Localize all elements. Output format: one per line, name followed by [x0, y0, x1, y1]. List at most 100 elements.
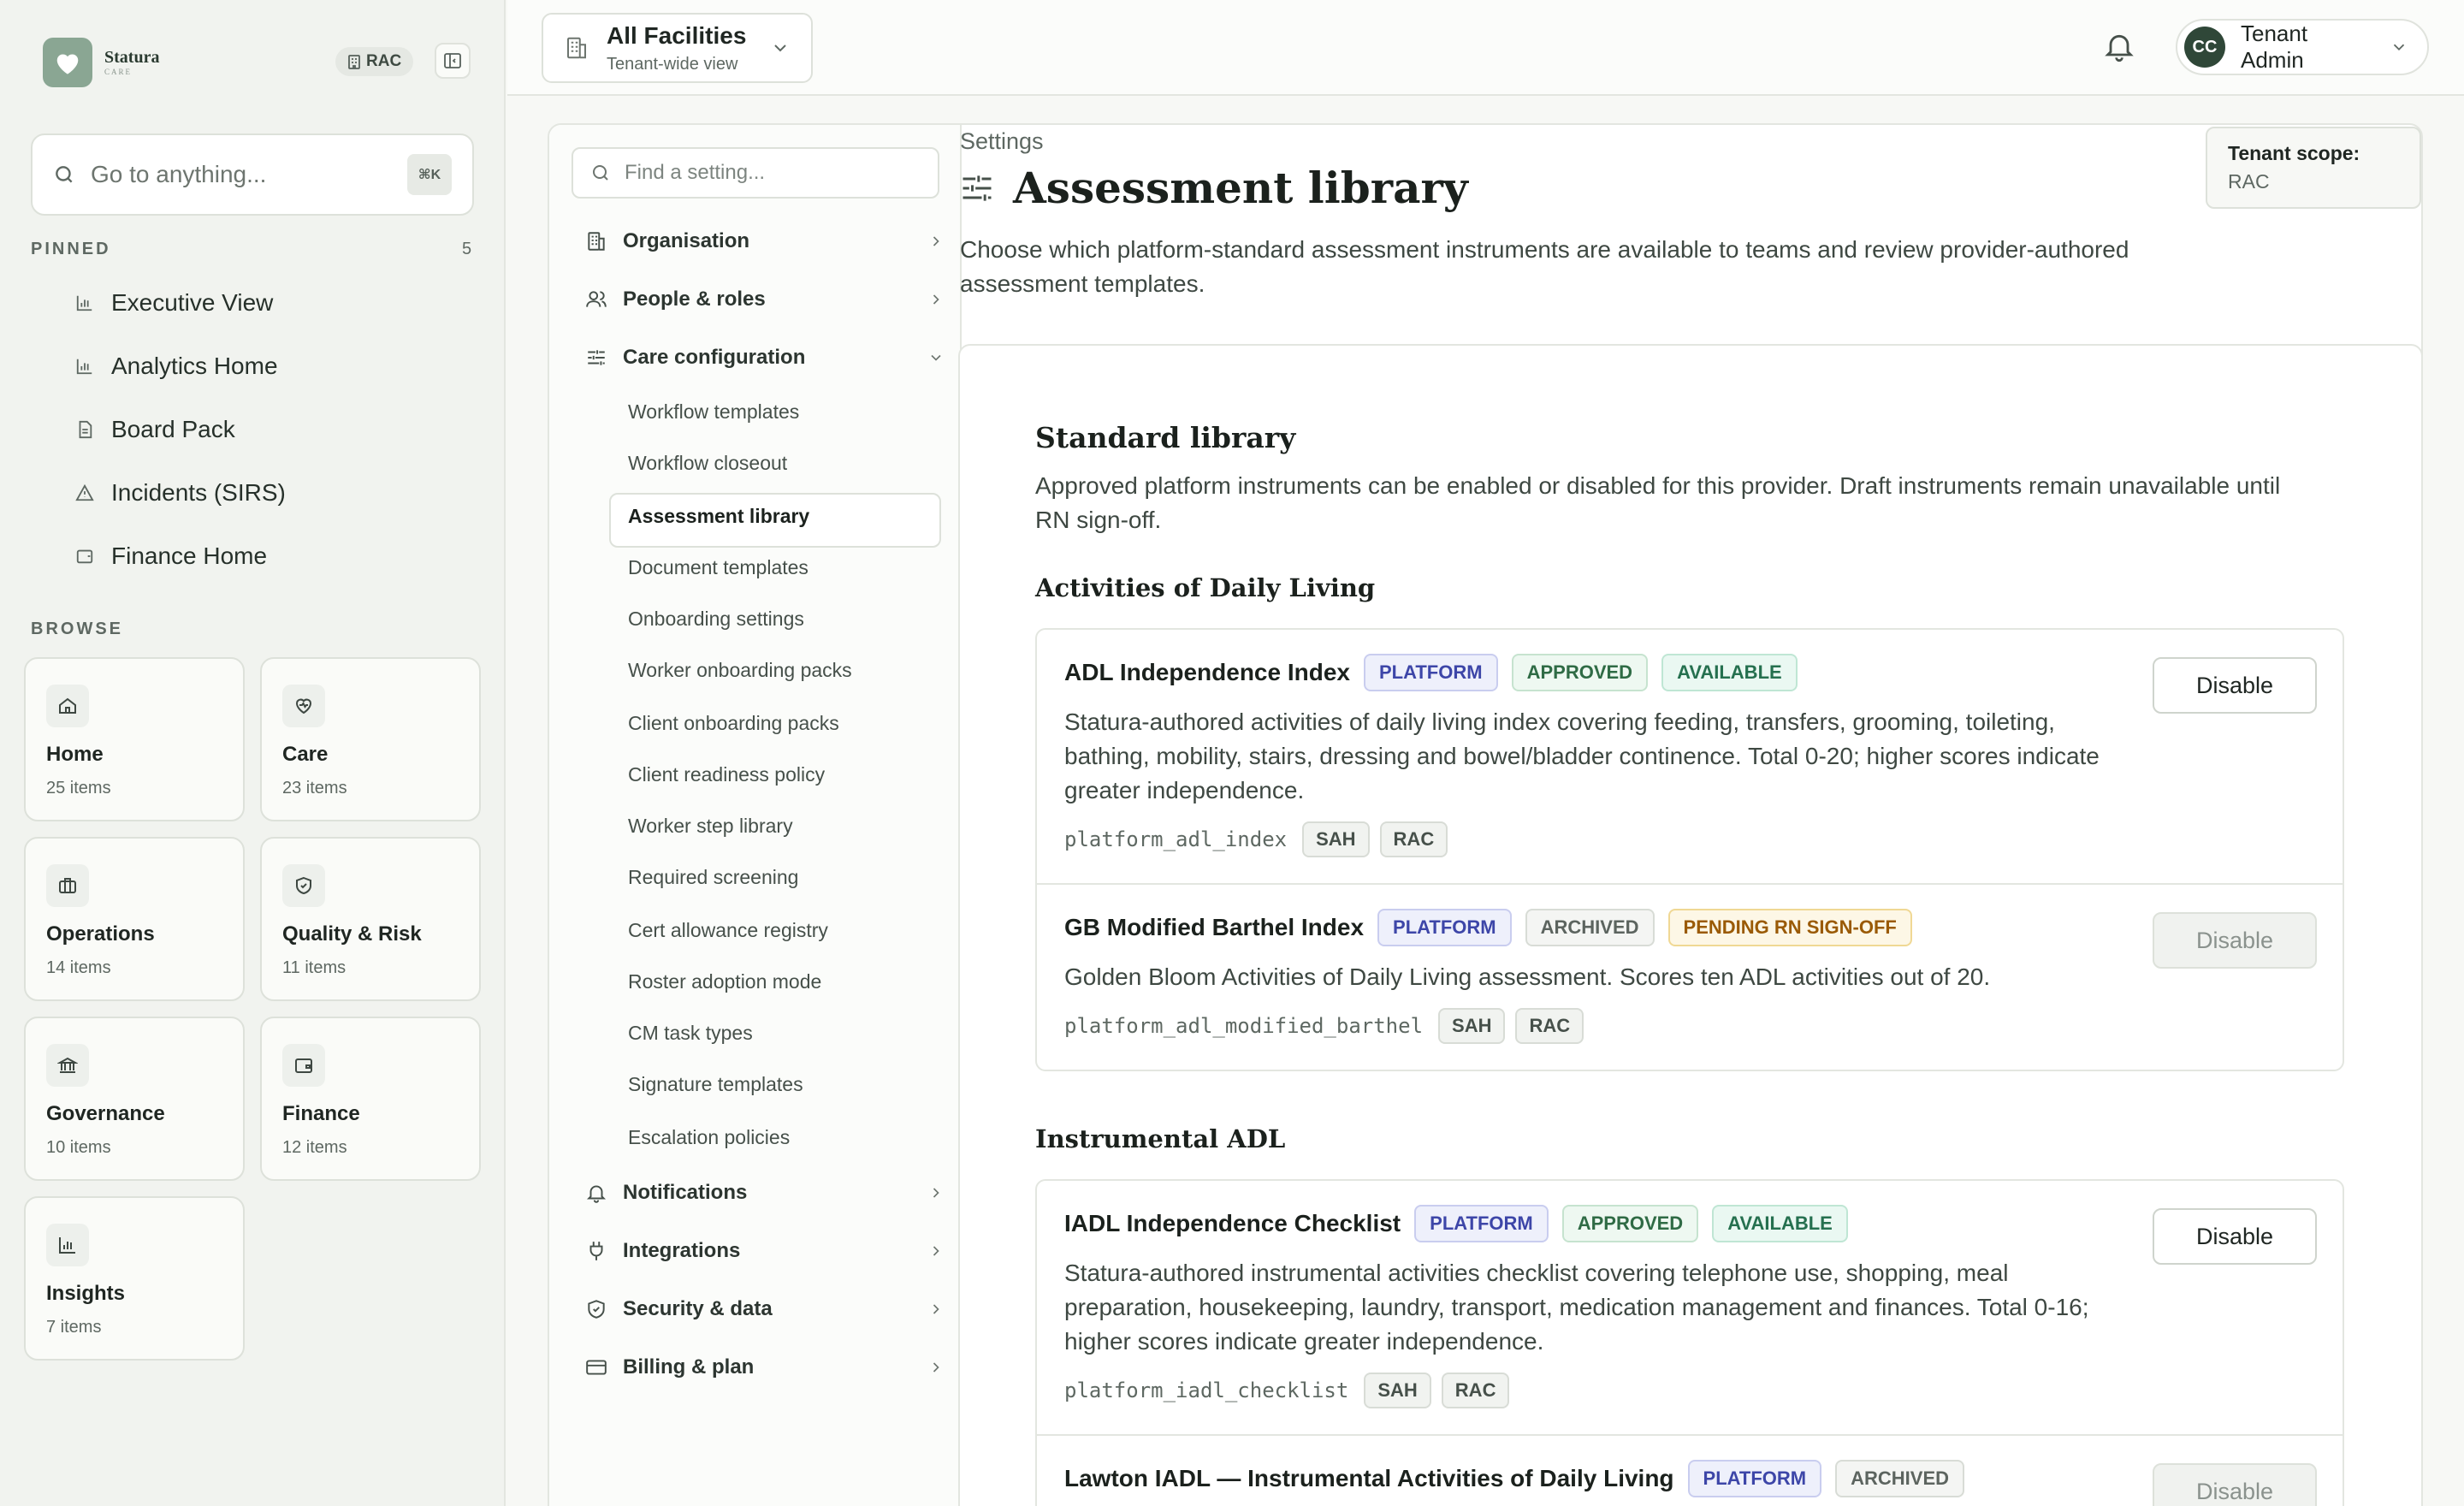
instrument-code: platform_adl_index — [1064, 827, 1288, 851]
sidebar-toggle-icon — [444, 53, 461, 68]
settings-category-notifications[interactable]: Notifications — [585, 1181, 945, 1205]
pinned-item-label: Finance Home — [111, 543, 268, 569]
browse-card-count: 11 items — [282, 958, 346, 977]
chevron-right-icon — [933, 294, 939, 305]
landmark-icon — [46, 1044, 89, 1087]
top-bar: All Facilities Tenant-wide view CC Tenan… — [507, 0, 2464, 96]
settings-category-security-data[interactable]: Security & data — [585, 1297, 945, 1321]
tenant-scope-card: Tenant scope: RAC — [2206, 127, 2421, 209]
chevron-down-icon — [774, 44, 786, 52]
pinned-item-incidents[interactable]: Incidents (SIRS) — [75, 479, 286, 507]
facility-selector[interactable]: All Facilities Tenant-wide view — [542, 13, 813, 83]
program-tag: SAH — [1364, 1373, 1431, 1408]
pinned-item-label: Board Pack — [111, 416, 235, 442]
pinned-item-executive-view[interactable]: Executive View — [75, 289, 273, 317]
bar-chart-icon — [76, 359, 92, 375]
building-icon — [348, 55, 360, 69]
settings-item-signature-templates[interactable]: Signature templates — [628, 1073, 803, 1096]
page-description: Choose which platform-standard assessmen… — [960, 236, 2129, 297]
sliders-icon — [962, 175, 992, 201]
disable-button-disabled[interactable]: Disable — [2153, 1463, 2317, 1506]
settings-item-roster-adoption-mode[interactable]: Roster adoption mode — [628, 970, 821, 993]
settings-item-workflow-closeout[interactable]: Workflow closeout — [628, 452, 787, 475]
settings-item-client-readiness-policy[interactable]: Client readiness policy — [628, 763, 825, 786]
archived-badge: ARCHIVED — [1835, 1460, 1965, 1497]
platform-badge: PLATFORM — [1687, 1460, 1822, 1497]
browse-card-count: 14 items — [46, 958, 111, 977]
settings-search-placeholder: Find a setting... — [625, 161, 766, 184]
tenant-chip-label: RAC — [366, 52, 402, 70]
browse-card-insights[interactable]: Insights 7 items — [24, 1196, 245, 1361]
browse-card-title: Operations — [46, 922, 155, 946]
settings-item-cm-task-types[interactable]: CM task types — [628, 1022, 753, 1045]
avatar: CC — [2184, 27, 2225, 68]
collapse-sidebar-button[interactable] — [435, 43, 471, 79]
platform-badge: PLATFORM — [1364, 654, 1498, 691]
settings-category-label: Organisation — [623, 229, 750, 252]
settings-category-people-roles[interactable]: People & roles — [585, 288, 945, 311]
browse-card-governance[interactable]: Governance 10 items — [24, 1017, 245, 1181]
instrument-name: ADL Independence Index — [1064, 659, 1350, 685]
pinned-item-analytics-home[interactable]: Analytics Home — [75, 353, 278, 380]
available-badge: AVAILABLE — [1712, 1205, 1848, 1242]
instrument-name: GB Modified Barthel Index — [1064, 914, 1365, 940]
settings-category-care-configuration[interactable]: Care configuration — [585, 346, 945, 370]
disable-button-disabled[interactable]: Disable — [2153, 912, 2317, 969]
heart-pulse-icon — [282, 685, 325, 727]
browse-card-count: 23 items — [282, 779, 347, 797]
settings-category-label: Security & data — [623, 1297, 773, 1320]
browse-label: BROWSE — [31, 620, 123, 638]
settings-item-workflow-templates[interactable]: Workflow templates — [628, 400, 799, 424]
wallet-icon — [282, 1044, 325, 1087]
bar-chart-icon — [46, 1224, 89, 1266]
chevron-right-icon — [933, 1304, 939, 1314]
platform-badge: PLATFORM — [1414, 1205, 1549, 1242]
browse-card-care[interactable]: Care 23 items — [260, 657, 481, 821]
settings-search-input[interactable]: Find a setting... — [572, 147, 939, 199]
settings-item-worker-onboarding-packs[interactable]: Worker onboarding packs — [628, 659, 852, 682]
building-icon — [588, 232, 605, 251]
browse-card-operations[interactable]: Operations 14 items — [24, 837, 245, 1001]
settings-item-document-templates[interactable]: Document templates — [628, 556, 808, 579]
instrument-name: Lawton IADL — Instrumental Activities of… — [1064, 1465, 1674, 1491]
settings-item-escalation-policies[interactable]: Escalation policies — [628, 1126, 790, 1149]
notifications-button[interactable] — [2102, 27, 2136, 69]
browse-card-home[interactable]: Home 25 items — [24, 657, 245, 821]
settings-item-onboarding-settings[interactable]: Onboarding settings — [628, 608, 804, 631]
settings-item-client-onboarding-packs[interactable]: Client onboarding packs — [628, 712, 839, 735]
browse-card-count: 25 items — [46, 779, 111, 797]
brand-logo[interactable]: Statura CARE — [43, 38, 159, 87]
pinned-item-board-pack[interactable]: Board Pack — [75, 416, 235, 443]
briefcase-icon — [46, 864, 89, 907]
settings-item-worker-step-library[interactable]: Worker step library — [628, 815, 793, 838]
settings-category-billing-plan[interactable]: Billing & plan — [585, 1355, 945, 1379]
disable-button[interactable]: Disable — [2153, 1208, 2317, 1265]
browse-card-quality-risk[interactable]: Quality & Risk 11 items — [260, 837, 481, 1001]
settings-category-label: People & roles — [623, 288, 766, 311]
chevron-right-icon — [933, 1246, 939, 1256]
tenant-chip[interactable]: RAC — [335, 47, 414, 76]
user-menu-button[interactable]: CC Tenant Admin — [2176, 19, 2429, 75]
browse-grid: Home 25 items Care 23 items Operations 1… — [24, 657, 481, 1361]
credit-card-icon — [586, 1360, 607, 1375]
program-tag: SAH — [1438, 1008, 1506, 1044]
settings-item-cert-allowance-registry[interactable]: Cert allowance registry — [628, 919, 828, 942]
browse-card-finance[interactable]: Finance 12 items — [260, 1017, 481, 1181]
user-name: Tenant Admin — [2241, 21, 2308, 73]
plug-icon — [589, 1242, 603, 1260]
breadcrumb[interactable]: Settings — [960, 128, 1044, 155]
disable-button[interactable]: Disable — [2153, 657, 2317, 714]
browse-card-title: Finance — [282, 1102, 360, 1125]
global-search[interactable]: Go to anything... ⌘K — [31, 133, 474, 216]
settings-content: Settings Assessment library Choose which… — [958, 123, 2423, 1506]
settings-category-integrations[interactable]: Integrations — [585, 1239, 945, 1263]
settings-item-required-screening[interactable]: Required screening — [628, 866, 798, 889]
shield-check-icon — [588, 1300, 605, 1319]
settings-category-label: Billing & plan — [623, 1355, 755, 1379]
tenant-scope-value: RAC — [2228, 170, 2270, 193]
settings-category-organisation[interactable]: Organisation — [585, 229, 945, 253]
settings-category-label: Care configuration — [623, 346, 806, 369]
pinned-item-finance-home[interactable]: Finance Home — [75, 543, 267, 570]
settings-item-assessment-library[interactable]: Assessment library — [628, 505, 809, 528]
tenant-scope-label: Tenant scope: — [2228, 142, 2360, 164]
